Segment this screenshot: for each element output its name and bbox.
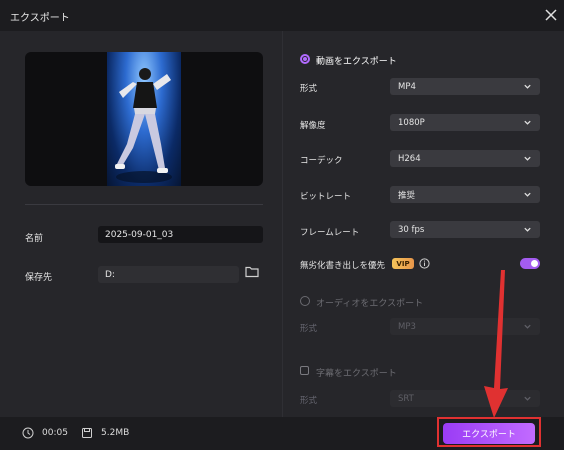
- chevron-down-icon: [524, 156, 531, 161]
- browse-folder-button[interactable]: [245, 265, 263, 283]
- resolution-value: 1080P: [398, 117, 425, 128]
- format-value: MP4: [398, 81, 416, 92]
- lossless-priority-label: 無劣化書き出しを優先: [300, 261, 386, 271]
- export-audio-heading: オーディオをエクスポート: [316, 299, 424, 309]
- resolution-select[interactable]: 1080P: [390, 114, 540, 131]
- chevron-down-icon: [524, 192, 531, 197]
- info-button[interactable]: [419, 258, 430, 269]
- codec-select[interactable]: H264: [390, 150, 540, 167]
- save-location-label: 保存先: [25, 273, 53, 283]
- dancer-figure: [115, 68, 172, 183]
- chevron-down-icon: [524, 84, 531, 89]
- export-audio-radio[interactable]: [300, 296, 310, 306]
- annotation-arrow: [484, 270, 508, 418]
- close-button[interactable]: [541, 5, 561, 25]
- preview-thumbnail: [107, 52, 181, 186]
- export-subtitle-heading: 字幕をエクスポート: [316, 369, 397, 379]
- save-location-value: D:: [105, 269, 115, 280]
- panel-divider: [282, 31, 283, 417]
- name-value: 2025-09-01_03: [105, 229, 174, 240]
- bitrate-label: ビットレート: [300, 192, 352, 202]
- save-location-input[interactable]: D:: [98, 266, 239, 283]
- codec-value: H264: [398, 153, 421, 164]
- close-icon: [545, 9, 557, 21]
- subtitle-format-label: 形式: [300, 396, 318, 406]
- audio-format-value: MP3: [398, 321, 416, 332]
- codec-label: コーデック: [300, 156, 343, 166]
- folder-icon: [245, 266, 259, 278]
- title-bar: エクスポート: [0, 0, 564, 30]
- export-video-radio[interactable]: [300, 54, 310, 64]
- export-subtitle-checkbox[interactable]: [300, 366, 309, 375]
- bitrate-select[interactable]: 推奨: [390, 186, 540, 203]
- format-label: 形式: [300, 84, 318, 94]
- framerate-select[interactable]: 30 fps: [390, 221, 540, 238]
- chevron-down-icon: [524, 120, 531, 125]
- bitrate-value: 推奨: [398, 190, 416, 201]
- left-divider: [25, 204, 263, 205]
- framerate-value: 30 fps: [398, 224, 425, 235]
- lossless-priority-toggle[interactable]: [520, 258, 540, 269]
- vip-badge: VIP: [392, 258, 414, 269]
- chevron-down-icon: [524, 227, 531, 232]
- video-preview: [25, 52, 263, 186]
- file-size-text: 5.2MB: [101, 428, 130, 438]
- disk-icon: [81, 427, 93, 439]
- clock-icon: [22, 427, 34, 439]
- name-label: 名前: [25, 234, 44, 244]
- info-icon: [419, 258, 430, 269]
- duration-text: 00:05: [42, 428, 68, 438]
- framerate-label: フレームレート: [300, 228, 360, 238]
- window-title: エクスポート: [10, 13, 70, 24]
- subtitle-format-value: SRT: [398, 393, 414, 404]
- resolution-label: 解像度: [300, 121, 326, 131]
- format-select[interactable]: MP4: [390, 78, 540, 95]
- annotation-highlight-box: [437, 417, 541, 447]
- export-video-heading: 動画をエクスポート: [316, 57, 397, 67]
- name-input[interactable]: 2025-09-01_03: [98, 226, 263, 243]
- audio-format-label: 形式: [300, 324, 318, 334]
